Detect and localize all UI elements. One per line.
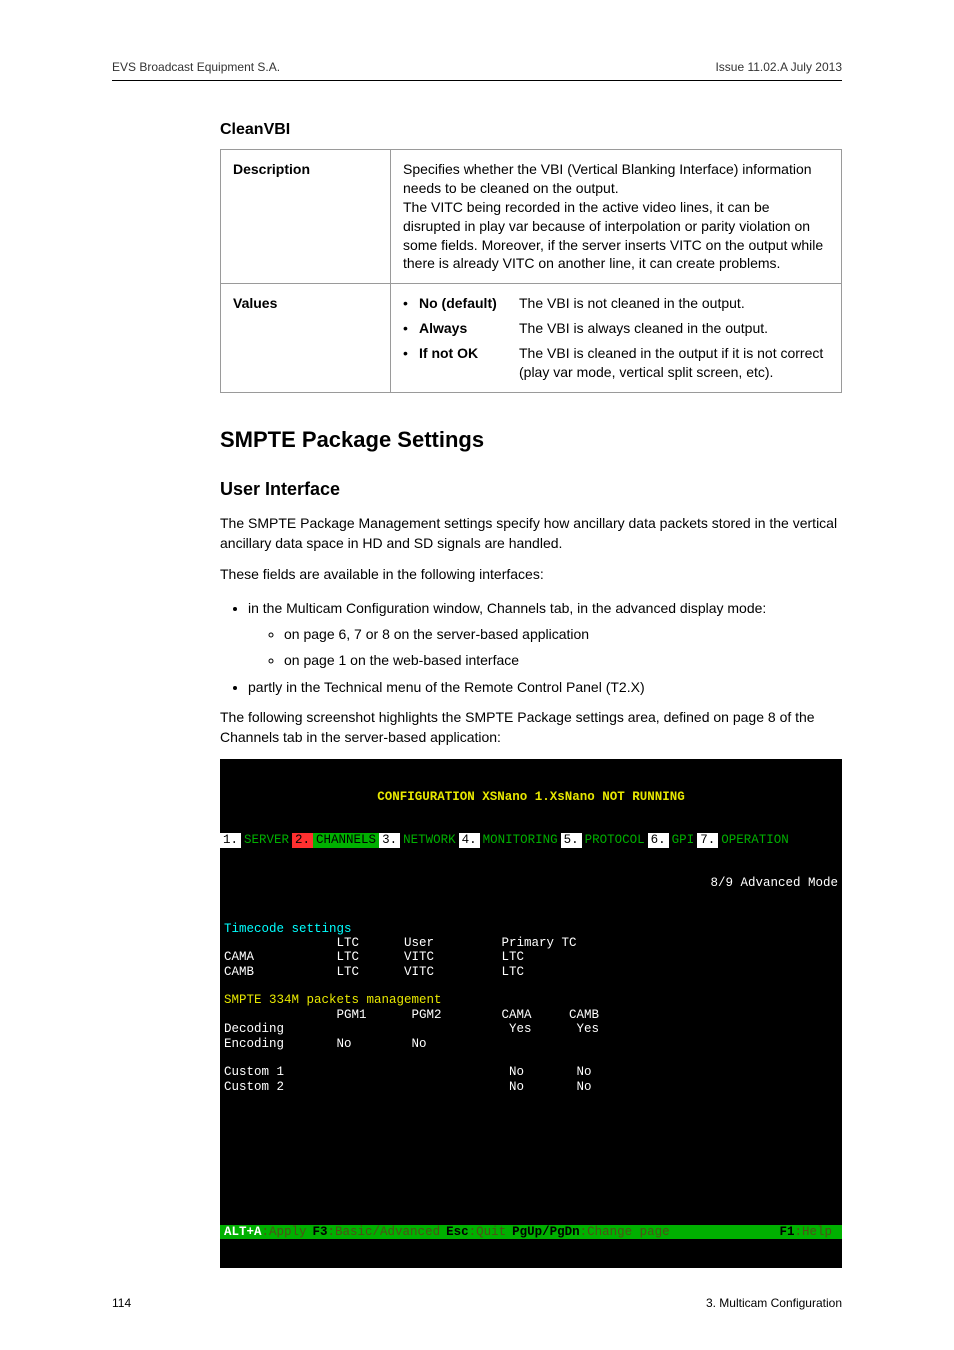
- terminal-tab[interactable]: 2.CHANNELS: [292, 833, 379, 847]
- value-name-2: If not OK: [419, 344, 519, 363]
- terminal-tabs: 1.SERVER 2.CHANNELS 3.NETWORK 4.MONITORI…: [220, 833, 842, 847]
- list-item: on page 6, 7 or 8 on the server-based ap…: [284, 623, 842, 645]
- ui-subheading: User Interface: [220, 479, 842, 500]
- terminal-title: CONFIGURATION XSNano 1.XsNano NOT RUNNIN…: [220, 788, 842, 804]
- value-name-0: No (default): [419, 294, 519, 313]
- value-desc-1: The VBI is always cleaned in the output.: [519, 319, 829, 338]
- list-item: in the Multicam Configuration window, Ch…: [248, 597, 842, 672]
- footer-section: 3. Multicam Configuration: [706, 1296, 842, 1310]
- cleanvbi-heading: CleanVBI: [220, 121, 842, 139]
- terminal-mode: 8/9 Advanced Mode: [220, 876, 842, 890]
- terminal-tab[interactable]: 5.PROTOCOL: [561, 833, 648, 847]
- value-desc-2: The VBI is cleaned in the output if it i…: [519, 344, 829, 382]
- value-name-1: Always: [419, 319, 519, 338]
- page-number: 114: [112, 1296, 131, 1310]
- smpte-p2: These fields are available in the follow…: [220, 565, 842, 585]
- cleanvbi-table: Description Specifies whether the VBI (V…: [220, 149, 842, 393]
- value-desc-0: The VBI is not cleaned in the output.: [519, 294, 829, 313]
- terminal-tab[interactable]: 4.MONITORING: [459, 833, 561, 847]
- terminal-tab[interactable]: 3.NETWORK: [379, 833, 459, 847]
- values-cell: • No (default) The VBI is not cleaned in…: [391, 284, 842, 393]
- header-right: Issue 11.02.A July 2013: [715, 60, 842, 74]
- terminal-tab[interactable]: 1.SERVER: [220, 833, 292, 847]
- list-item: partly in the Technical menu of the Remo…: [248, 676, 842, 698]
- bullet-list: in the Multicam Configuration window, Ch…: [248, 597, 842, 699]
- terminal-tab[interactable]: 7.OPERATION: [697, 833, 792, 847]
- smpte-heading: SMPTE Package Settings: [220, 427, 842, 453]
- terminal-footer: ALT+A:Apply F3:Basic/Advanced Esc:Quit P…: [220, 1225, 842, 1239]
- bullet-icon: •: [403, 294, 419, 313]
- smpte-p1: The SMPTE Package Management settings sp…: [220, 514, 842, 553]
- bullet-icon: •: [403, 344, 419, 363]
- list-item: on page 1 on the web-based interface: [284, 649, 842, 671]
- bullet-b1: in the Multicam Configuration window, Ch…: [248, 600, 766, 616]
- description-label: Description: [221, 150, 391, 284]
- bullet-icon: •: [403, 319, 419, 338]
- description-text: Specifies whether the VBI (Vertical Blan…: [391, 150, 842, 284]
- page-header: EVS Broadcast Equipment S.A. Issue 11.02…: [112, 60, 842, 81]
- terminal-body: Timecode settings LTC User Primary TC CA…: [220, 920, 842, 1196]
- header-left: EVS Broadcast Equipment S.A.: [112, 60, 280, 74]
- page-footer: 114 3. Multicam Configuration: [112, 1296, 842, 1310]
- terminal-tab[interactable]: 6.GPI: [648, 833, 698, 847]
- smpte-p3: The following screenshot highlights the …: [220, 708, 842, 747]
- values-label: Values: [221, 284, 391, 393]
- terminal-screenshot: CONFIGURATION XSNano 1.XsNano NOT RUNNIN…: [220, 759, 842, 1267]
